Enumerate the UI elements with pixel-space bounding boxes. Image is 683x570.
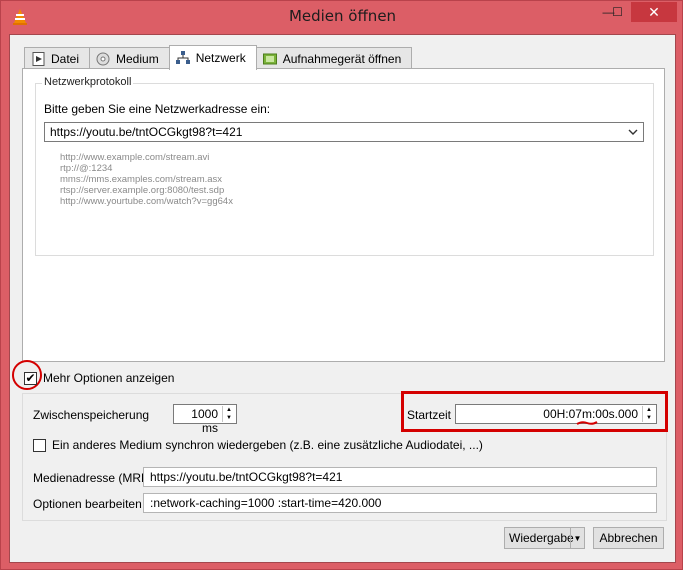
tab-label: Netzwerk: [195, 51, 246, 65]
caching-spinbox[interactable]: 1000 ms ▲ ▼: [173, 404, 237, 435]
cancel-button[interactable]: Abbrechen: [593, 527, 664, 549]
more-options-checkbox[interactable]: ✔: [24, 371, 37, 385]
window-title: Medien öffnen: [288, 7, 397, 25]
file-icon: [31, 51, 45, 66]
network-address-combobox[interactable]: https://youtu.be/tntOCGkgt98?t=421: [44, 122, 644, 142]
tab-bar: Datei Medium Netzwerk Aufnahmegerät öffn…: [24, 45, 413, 70]
caching-value: 1000 ms: [191, 407, 218, 435]
example-urls: http://www.example.com/stream.avi rtp://…: [60, 152, 233, 207]
mrl-field[interactable]: https://youtu.be/tntOCGkgt98?t=421: [143, 467, 657, 487]
sync-media-checkbox[interactable]: [33, 438, 46, 452]
tab-label: Medium: [116, 51, 159, 66]
spin-down-icon[interactable]: ▼: [226, 414, 232, 422]
network-tab-panel: Netzwerkprotokoll Bitte geben Sie eine N…: [22, 68, 665, 362]
more-options-label: Mehr Optionen anzeigen: [43, 371, 175, 385]
network-icon: [175, 51, 190, 65]
edit-options-label: Optionen bearbeiten: [33, 497, 142, 511]
tab-datei[interactable]: Datei: [24, 47, 91, 69]
example-url: rtsp://server.example.org:8080/test.sdp: [60, 185, 225, 196]
dialog-client-area: Datei Medium Netzwerk Aufnahmegerät öffn…: [9, 34, 676, 563]
spin-up-icon[interactable]: ▲: [226, 406, 232, 414]
play-button-label: Wiedergabe: [509, 531, 574, 545]
sync-media-label: Ein anderes Medium synchron wiedergeben …: [52, 438, 483, 452]
mrl-value: https://youtu.be/tntOCGkgt98?t=421: [150, 470, 343, 484]
cancel-button-label: Abbrechen: [599, 531, 658, 545]
annotation-underline: [576, 421, 598, 425]
network-protocol-group: Netzwerkprotokoll Bitte geben Sie eine N…: [35, 76, 654, 256]
more-options-row[interactable]: ✔ Mehr Optionen anzeigen: [24, 371, 174, 385]
annotation-box: [401, 391, 668, 432]
tab-aufnahmegeraet[interactable]: Aufnahmegerät öffnen: [255, 47, 413, 69]
capture-device-icon: [262, 52, 277, 66]
edit-options-field[interactable]: :network-caching=1000 :start-time=420.00…: [143, 493, 657, 513]
play-split-button[interactable]: Wiedergabe ▼: [504, 527, 585, 549]
address-prompt: Bitte geben Sie eine Netzwerkadresse ein…: [44, 102, 271, 116]
close-button[interactable]: ✕: [631, 2, 677, 22]
sync-media-row[interactable]: Ein anderes Medium synchron wiedergeben …: [33, 438, 483, 452]
chevron-down-icon[interactable]: [625, 123, 641, 141]
disc-icon: [96, 52, 110, 66]
dialog-window: Medien öffnen — ☐ ✕ Datei Medium Netzwer…: [0, 0, 683, 570]
example-url: mms://mms.examples.com/stream.asx: [60, 174, 223, 185]
tab-label: Aufnahmegerät öffnen: [282, 51, 402, 66]
tab-netzwerk[interactable]: Netzwerk: [168, 45, 257, 70]
maximize-button[interactable]: ☐: [604, 2, 631, 22]
title-bar[interactable]: Medien öffnen — ☐ ✕: [1, 1, 683, 35]
example-url: http://www.example.com/stream.avi: [60, 152, 210, 163]
tab-medium[interactable]: Medium: [89, 47, 170, 69]
example-url: rtp://@:1234: [60, 163, 113, 174]
caching-label: Zwischenspeicherung: [33, 408, 150, 422]
spin-buttons[interactable]: ▲ ▼: [222, 406, 235, 422]
example-url: http://www.yourtube.com/watch?v=gg64x: [60, 196, 233, 207]
play-dropdown-arrow-icon[interactable]: ▼: [570, 528, 584, 548]
network-address-value: https://youtu.be/tntOCGkgt98?t=421: [50, 125, 243, 139]
mrl-label: Medienadresse (MRL): [33, 471, 152, 485]
tab-label: Datei: [51, 51, 80, 66]
group-title: Netzwerkprotokoll: [42, 76, 134, 88]
edit-options-value: :network-caching=1000 :start-time=420.00…: [150, 496, 382, 510]
